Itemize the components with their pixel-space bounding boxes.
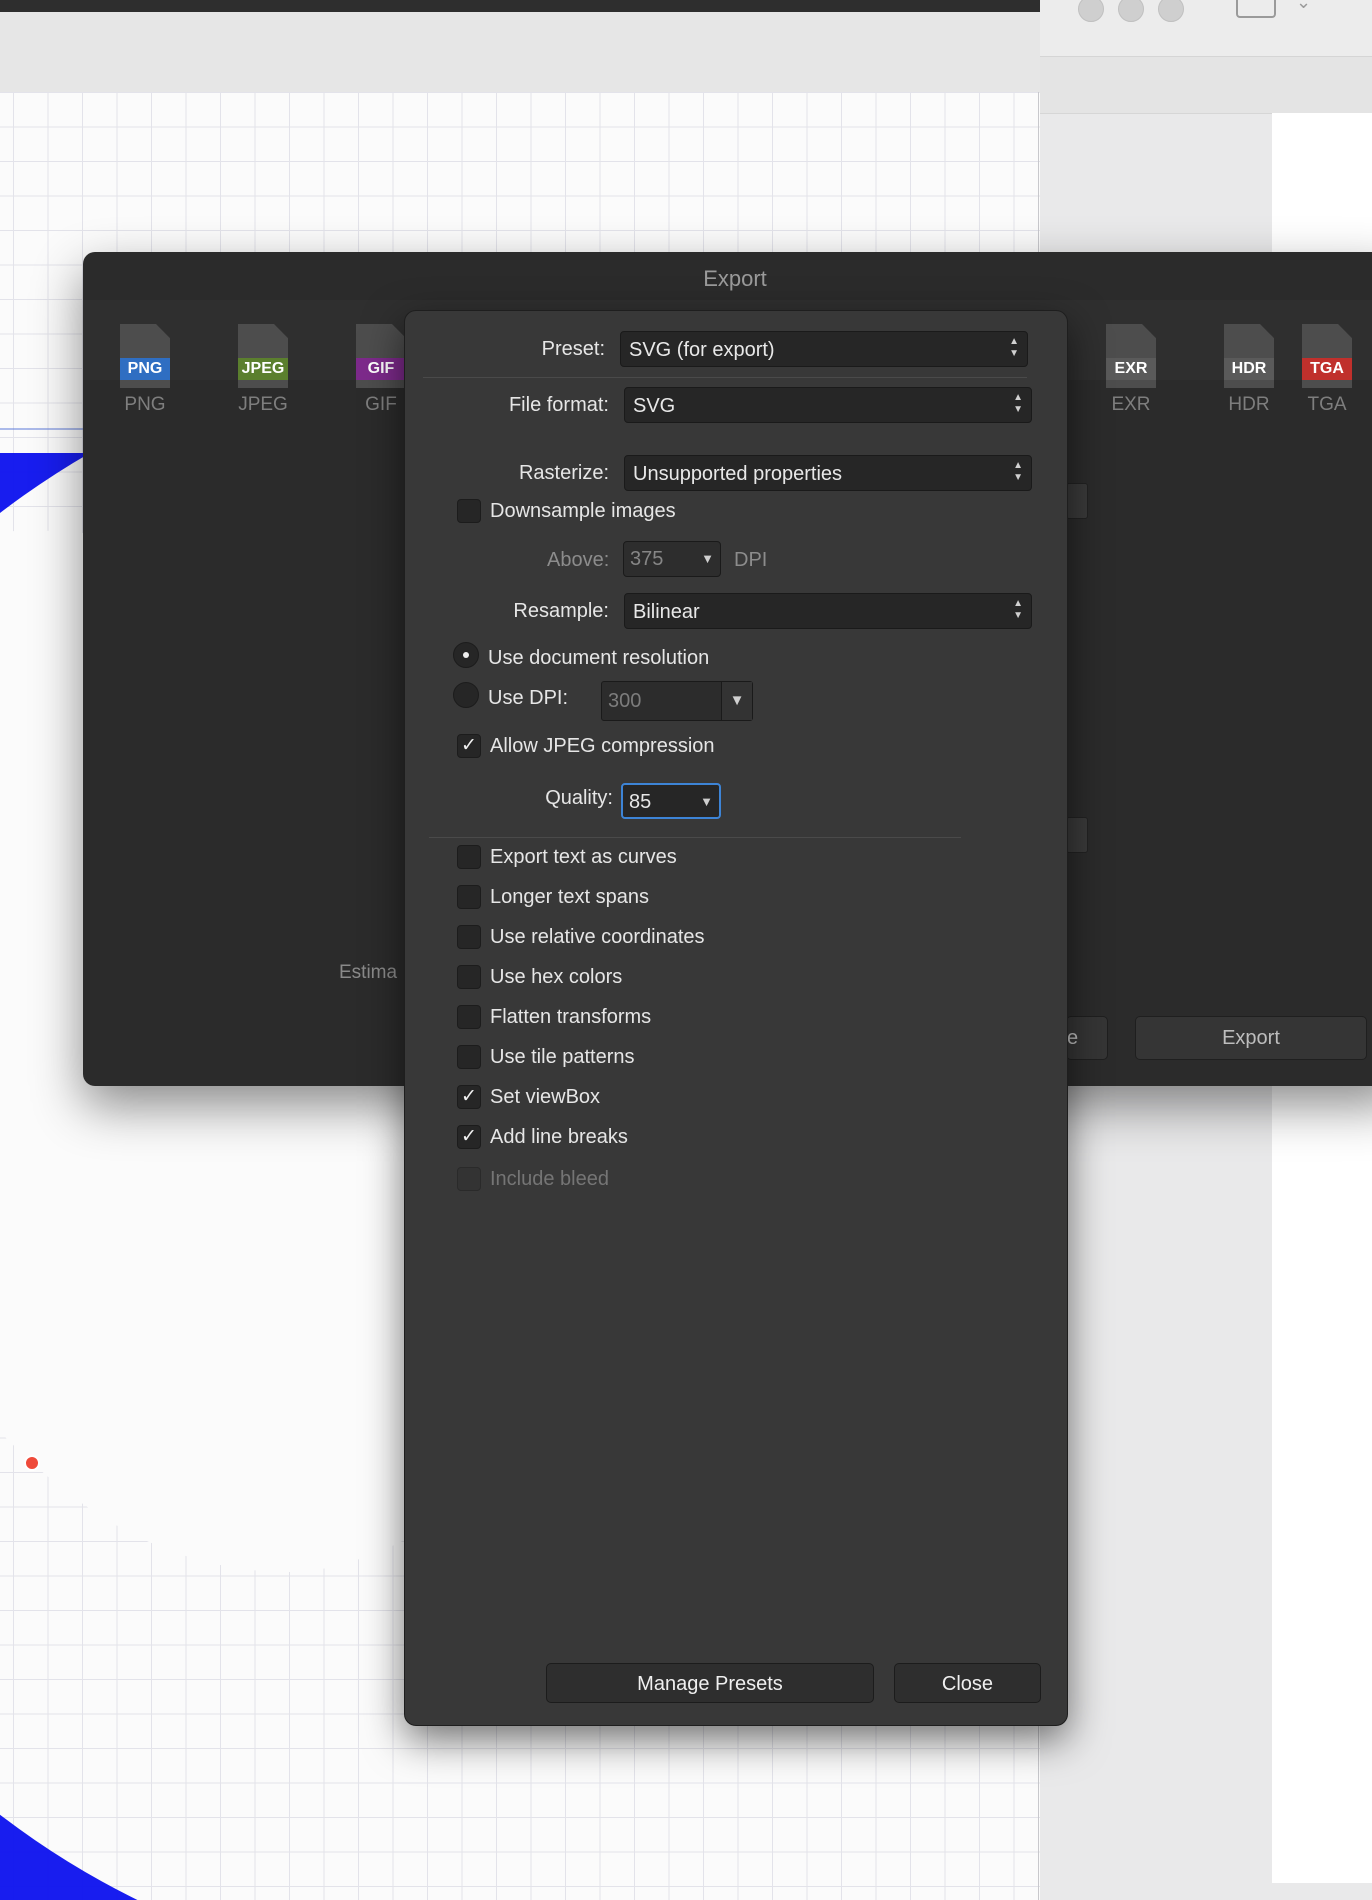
updown-arrows-icon: ▲ ▼ [1013,460,1023,483]
use-relative-coordinates-label: Use relative coordinates [490,926,705,948]
use-tile-patterns-label: Use tile patterns [490,1046,635,1068]
format-hdr-label: HDR [1228,394,1270,415]
file-format-value: SVG [633,395,676,417]
use-dpi-combo[interactable]: 300 ▼ [601,681,753,721]
quality-combo[interactable]: 85 ▼ [621,783,721,819]
downsample-label: Downsample images [490,500,676,522]
close-window-button[interactable] [1078,0,1104,22]
use-hex-colors-label: Use hex colors [490,966,623,988]
manage-presets-button[interactable]: Manage Presets [546,1663,874,1703]
quality-label: Quality: [545,787,613,809]
updown-arrows-icon: ▲ ▼ [1013,392,1023,415]
rasterize-label: Rasterize: [518,462,609,484]
dropdown-arrow-icon: ▼ [701,551,714,566]
export-dialog-title: Export [703,266,767,291]
format-exr[interactable]: EXR EXR [1091,324,1171,416]
set-viewbox-label: Set viewBox [490,1086,601,1108]
export-text-as-curves-checkbox[interactable] [457,845,481,869]
sidebar-toggle-icon[interactable] [1236,0,1276,18]
preset-value: SVG (for export) [629,339,775,361]
close-button[interactable]: Close [894,1663,1041,1703]
format-exr-label: EXR [1111,394,1151,415]
use-dpi-label: Use DPI: [488,687,569,709]
png-file-icon: PNG [120,324,170,388]
radio-selected-dot [463,652,469,658]
longer-text-spans-checkbox[interactable] [457,885,481,909]
dropdown-arrow-icon: ▼ [700,794,713,809]
file-format-popup[interactable]: SVG ▲ ▼ [624,387,1032,423]
use-tile-patterns-checkbox[interactable] [457,1045,481,1069]
side-window-titlebar: ⌄ [1040,0,1372,57]
above-dpi-combo[interactable]: 375 ▼ [623,541,721,577]
preset-label: Preset: [541,338,605,360]
add-line-breaks-label: Add line breaks [490,1126,628,1148]
options-separator [429,837,961,838]
above-label: Above: [547,549,610,571]
app-toolbar [0,12,1040,92]
format-tga[interactable]: TGA TGA [1287,324,1367,416]
exr-file-icon: EXR [1106,324,1156,388]
add-line-breaks-checkbox[interactable]: ✓ [457,1125,481,1149]
flatten-transforms-checkbox[interactable] [457,1005,481,1029]
file-format-label: File format: [508,394,609,416]
format-png[interactable]: PNG PNG [105,324,185,416]
use-hex-colors-checkbox[interactable] [457,965,481,989]
longer-text-spans-label: Longer text spans [490,886,649,908]
set-viewbox-checkbox[interactable]: ✓ [457,1085,481,1109]
gif-file-icon: GIF [356,324,406,388]
export-preset-panel: Preset: SVG (for export) ▲ ▼ File format:… [404,310,1068,1726]
rasterize-value: Unsupported properties [633,463,843,485]
zoom-window-button[interactable] [1158,0,1184,22]
flatten-transforms-label: Flatten transforms [490,1006,652,1028]
jpeg-file-icon: JPEG [238,324,288,388]
chevron-down-icon[interactable]: ⌄ [1296,0,1311,13]
use-document-resolution-label: Use document resolution [488,647,710,669]
include-bleed-checkbox [457,1167,481,1191]
format-gif-label: GIF [365,394,397,415]
hidden-field-1[interactable] [1066,483,1088,519]
format-jpeg-label: JPEG [238,394,288,415]
export-text-as-curves-label: Export text as curves [490,846,677,868]
side-window-toolbar [1040,57,1372,114]
estimate-label: Estima [339,962,398,983]
updown-arrows-icon: ▲ ▼ [1013,598,1023,621]
partial-dialog-button[interactable]: e [1066,1016,1108,1060]
minimize-window-button[interactable] [1118,0,1144,22]
resample-label: Resample: [513,600,609,622]
quality-value: 85 [629,791,652,813]
use-dpi-value: 300 [608,690,642,712]
preset-popup[interactable]: SVG (for export) ▲ ▼ [620,331,1028,367]
tga-file-icon: TGA [1302,324,1352,388]
hidden-field-2[interactable] [1066,817,1088,853]
resample-popup[interactable]: Bilinear ▲ ▼ [624,593,1032,629]
format-jpeg[interactable]: JPEG JPEG [223,324,303,416]
app-top-bar [0,0,1040,12]
format-png-label: PNG [124,394,166,415]
format-tga-label: TGA [1307,394,1347,415]
dropdown-arrow-icon[interactable]: ▼ [721,682,752,720]
use-dpi-radio[interactable] [453,682,479,708]
allow-jpeg-checkbox[interactable]: ✓ [457,734,481,758]
updown-arrows-icon: ▲ ▼ [1009,336,1019,359]
export-button[interactable]: Export [1135,1016,1367,1060]
anchor-point [24,1455,40,1471]
use-document-resolution-radio[interactable] [453,642,479,668]
rasterize-popup[interactable]: Unsupported properties ▲ ▼ [624,455,1032,491]
resample-value: Bilinear [633,601,700,623]
dpi-unit-label: DPI [734,549,768,571]
preset-separator [423,377,1027,378]
format-hdr[interactable]: HDR HDR [1209,324,1289,416]
use-relative-coordinates-checkbox[interactable] [457,925,481,949]
allow-jpeg-label: Allow JPEG compression [490,735,715,757]
downsample-checkbox[interactable] [457,499,481,523]
hdr-file-icon: HDR [1224,324,1274,388]
above-value: 375 [630,548,664,570]
include-bleed-label: Include bleed [490,1168,609,1190]
